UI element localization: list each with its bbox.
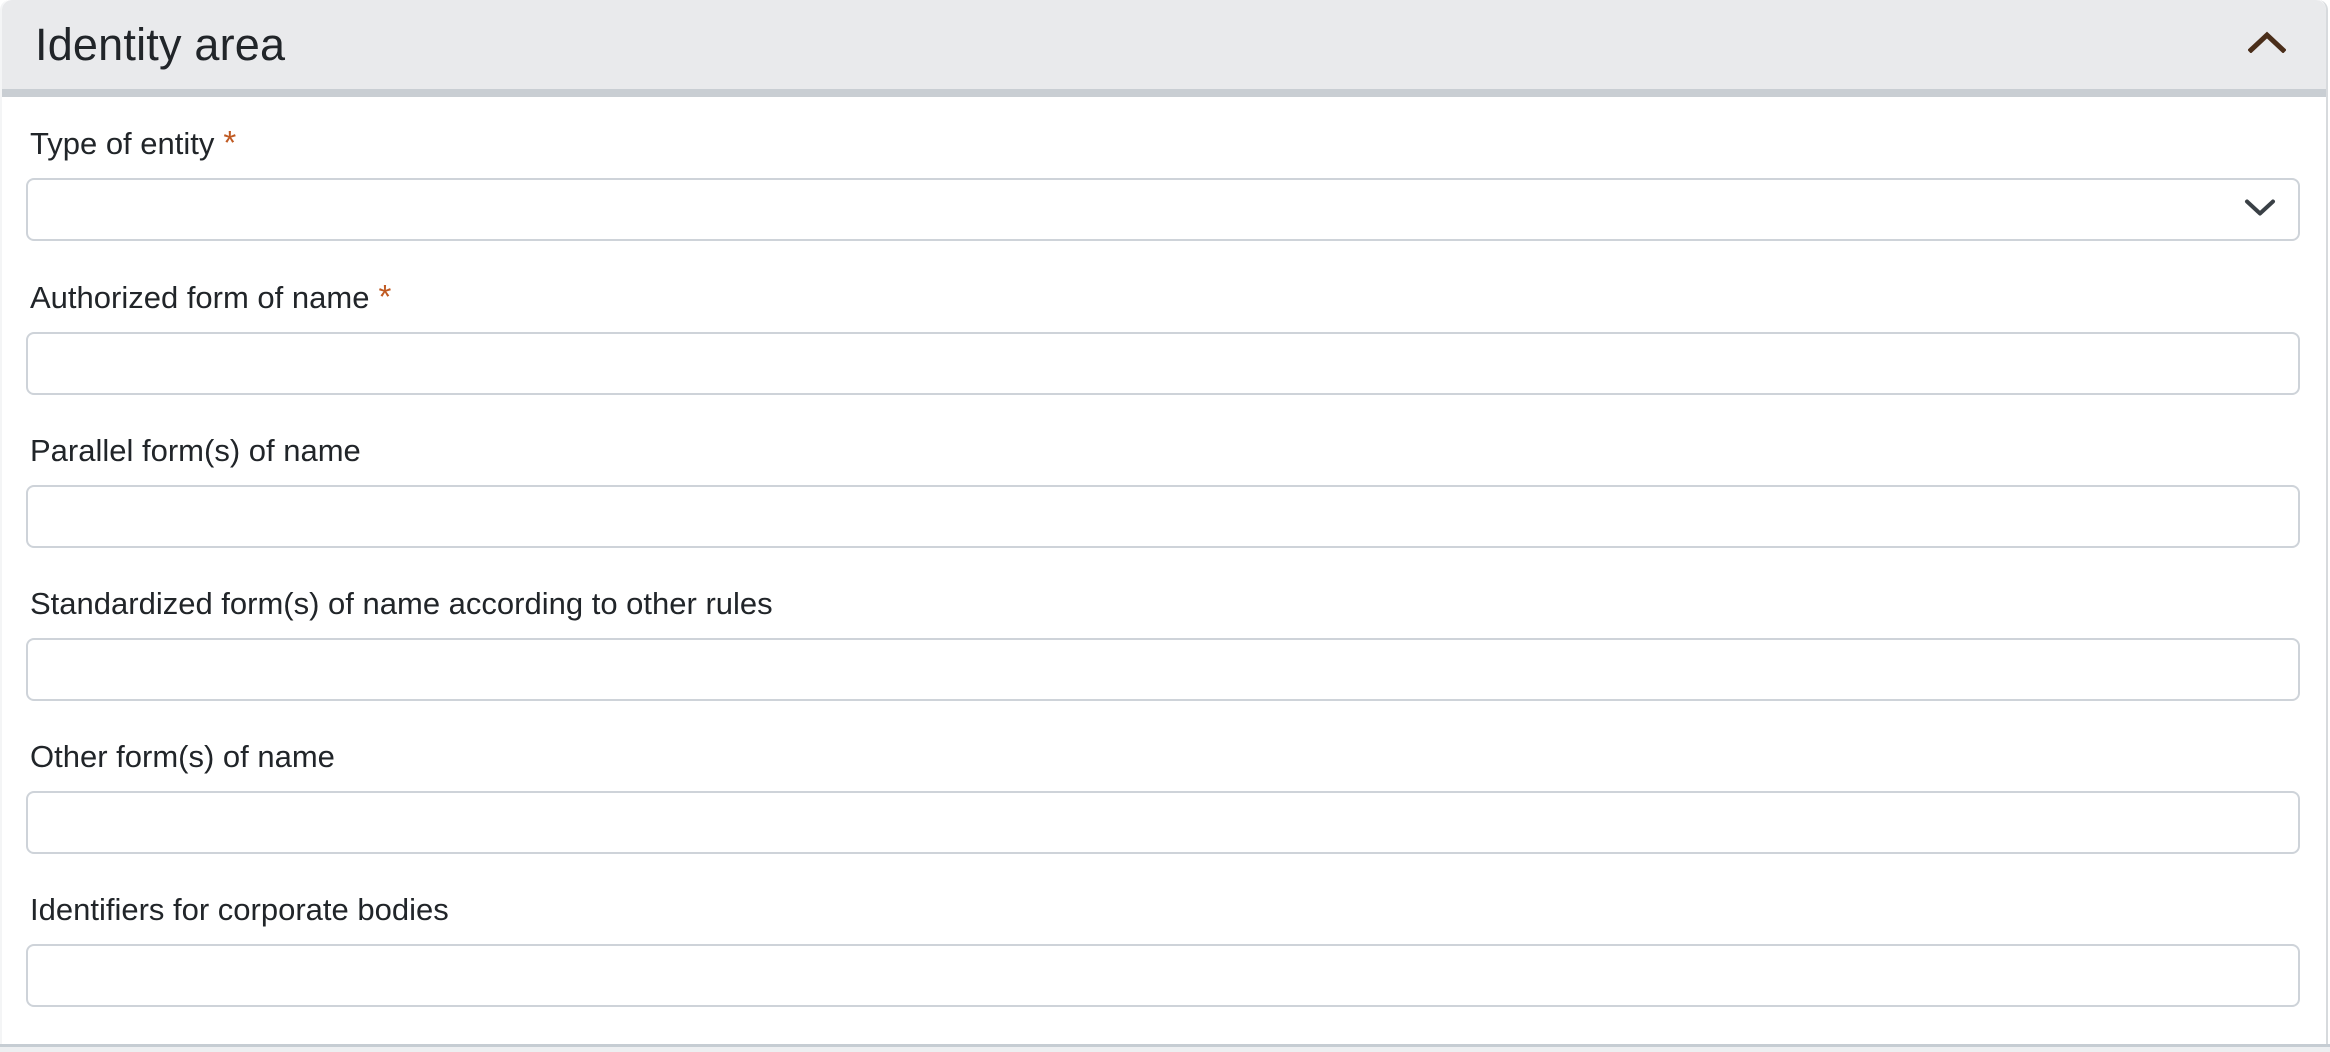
field-label: Parallel form(s) of name [30, 435, 2300, 467]
next-section-header-edge [0, 1044, 2330, 1052]
field-group-other-forms-of-name: Other form(s) of name [26, 741, 2300, 854]
field-label: Identifiers for corporate bodies [30, 894, 2300, 926]
chevron-up-icon[interactable] [2248, 31, 2286, 58]
identity-area-section: Identity area Type of entity * Authorized… [0, 0, 2328, 1044]
field-group-parallel-forms-of-name: Parallel form(s) of name [26, 435, 2300, 548]
field-label-text: Identifiers for corporate bodies [30, 892, 449, 927]
required-asterisk: * [223, 124, 236, 161]
field-label: Type of entity * [30, 127, 2300, 160]
field-label-text: Other form(s) of name [30, 739, 335, 774]
type-of-entity-select-wrap [26, 178, 2300, 241]
field-group-identifiers-for-corporate-bodies: Identifiers for corporate bodies [26, 894, 2300, 1007]
field-label-text: Standardized form(s) of name according t… [30, 586, 773, 621]
section-title: Identity area [35, 19, 285, 71]
field-group-type-of-entity: Type of entity * [26, 127, 2300, 241]
other-forms-of-name-input[interactable] [26, 791, 2300, 854]
identity-area-header[interactable]: Identity area [2, 0, 2326, 97]
field-label-text: Authorized form of name [30, 280, 369, 315]
required-asterisk: * [378, 278, 391, 315]
identifiers-for-corporate-bodies-input[interactable] [26, 944, 2300, 1007]
field-label: Authorized form of name * [30, 281, 2300, 314]
type-of-entity-select[interactable] [26, 178, 2300, 241]
field-label-text: Parallel form(s) of name [30, 433, 361, 468]
field-label-text: Type of entity [30, 126, 214, 161]
authorized-form-of-name-input[interactable] [26, 332, 2300, 395]
field-group-authorized-form-of-name: Authorized form of name * [26, 281, 2300, 395]
standardized-forms-of-name-input[interactable] [26, 638, 2300, 701]
field-label: Standardized form(s) of name according t… [30, 588, 2300, 620]
identity-area-body: Type of entity * Authorized form of name *… [2, 97, 2326, 1007]
field-label: Other form(s) of name [30, 741, 2300, 773]
parallel-forms-of-name-input[interactable] [26, 485, 2300, 548]
field-group-standardized-forms-of-name: Standardized form(s) of name according t… [26, 588, 2300, 701]
